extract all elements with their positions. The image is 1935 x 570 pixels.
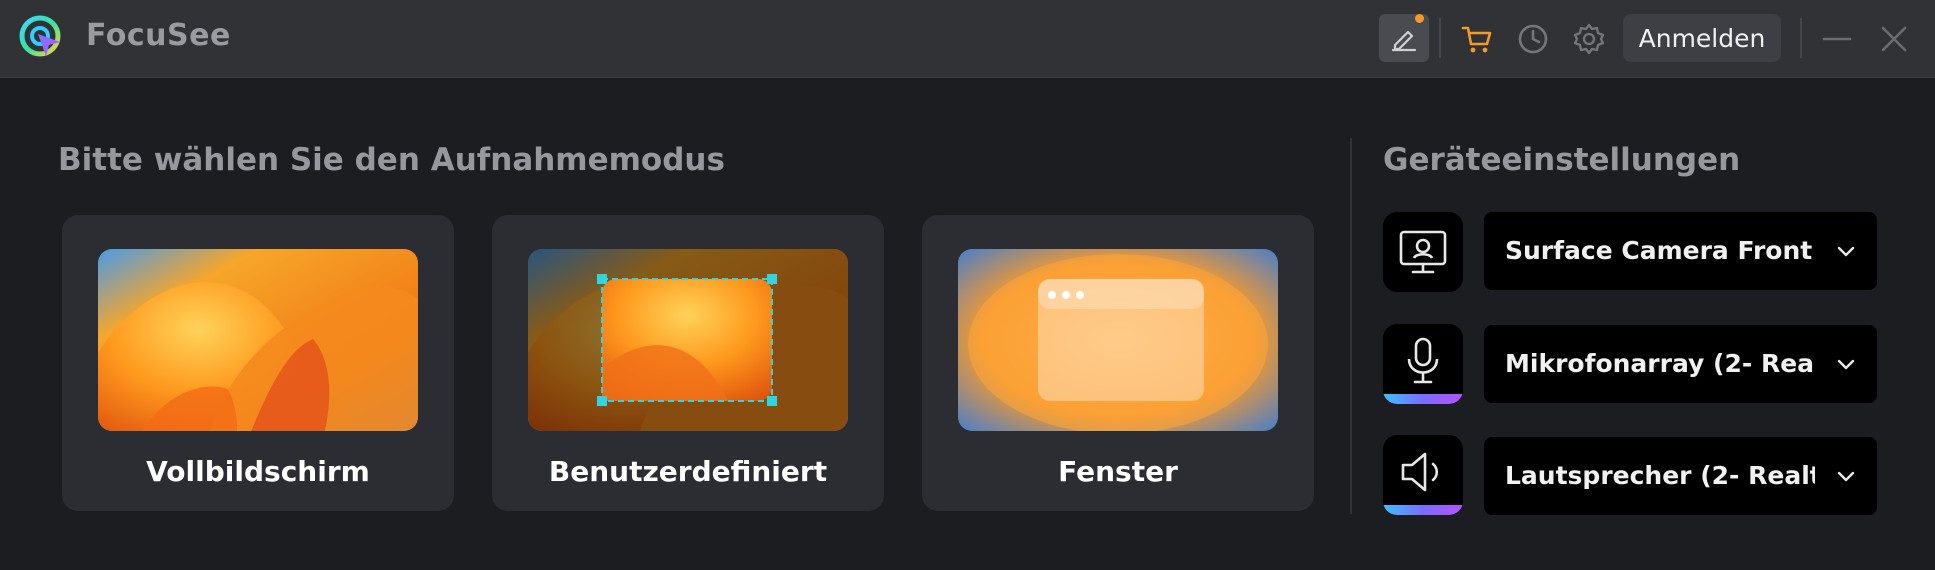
chevron-down-icon (1837, 359, 1855, 370)
cart-button[interactable] (1454, 16, 1500, 62)
minimize-button[interactable] (1814, 16, 1860, 62)
title-bar: FocuSee Anmelden (0, 0, 1935, 78)
microphone-level-bar (1383, 394, 1463, 404)
microphone-toggle[interactable] (1383, 324, 1463, 404)
gear-icon (1573, 23, 1605, 55)
history-button[interactable] (1510, 16, 1556, 62)
window-mode-card[interactable]: Fenster (922, 215, 1314, 511)
titlebar-divider (1800, 18, 1802, 58)
cart-icon (1461, 26, 1492, 53)
fullscreen-thumbnail (98, 249, 418, 431)
speaker-level-bar (1383, 505, 1463, 515)
window-thumbnail (958, 249, 1278, 431)
recording-mode-heading: Bitte wählen Sie den Aufnahmemodus (58, 142, 725, 178)
history-icon (1518, 24, 1548, 54)
section-divider (1350, 138, 1352, 514)
fullscreen-mode-label: Vollbildschirm (146, 455, 370, 488)
device-settings-heading: Geräteeinstellungen (1383, 142, 1741, 178)
settings-button[interactable] (1566, 16, 1612, 62)
camera-toggle[interactable] (1383, 212, 1463, 292)
titlebar-divider (1439, 18, 1441, 58)
microphone-icon (1407, 337, 1439, 384)
custom-mode-card[interactable]: Benutzerdefiniert (492, 215, 884, 511)
close-icon (1881, 26, 1907, 52)
chevron-down-icon (1837, 471, 1855, 482)
focusee-logo-icon (19, 15, 61, 57)
annotate-button[interactable] (1379, 14, 1429, 62)
chevron-down-icon (1837, 246, 1855, 257)
fullscreen-mode-card[interactable]: Vollbildschirm (62, 215, 454, 511)
camera-select[interactable]: Surface Camera Front (1484, 212, 1877, 290)
login-button[interactable]: Anmelden (1623, 14, 1781, 62)
notification-dot (1415, 14, 1424, 23)
speaker-value: Lautsprecher (2- Realtek (1505, 461, 1815, 490)
speaker-toggle[interactable] (1383, 435, 1463, 515)
edit-icon (1391, 30, 1417, 52)
microphone-value: Mikrofonarray (2- Realtel (1505, 349, 1815, 378)
window-mode-label: Fenster (1058, 455, 1178, 488)
camera-value: Surface Camera Front (1505, 236, 1813, 265)
minimize-icon (1822, 37, 1852, 41)
custom-region-thumbnail (528, 249, 848, 431)
camera-icon (1399, 230, 1447, 274)
microphone-select[interactable]: Mikrofonarray (2- Realtel (1484, 325, 1877, 403)
app-title: FocuSee (86, 18, 231, 53)
speaker-select[interactable]: Lautsprecher (2- Realtek (1484, 437, 1877, 515)
speaker-icon (1401, 452, 1439, 492)
custom-mode-label: Benutzerdefiniert (548, 455, 828, 488)
close-button[interactable] (1871, 16, 1917, 62)
